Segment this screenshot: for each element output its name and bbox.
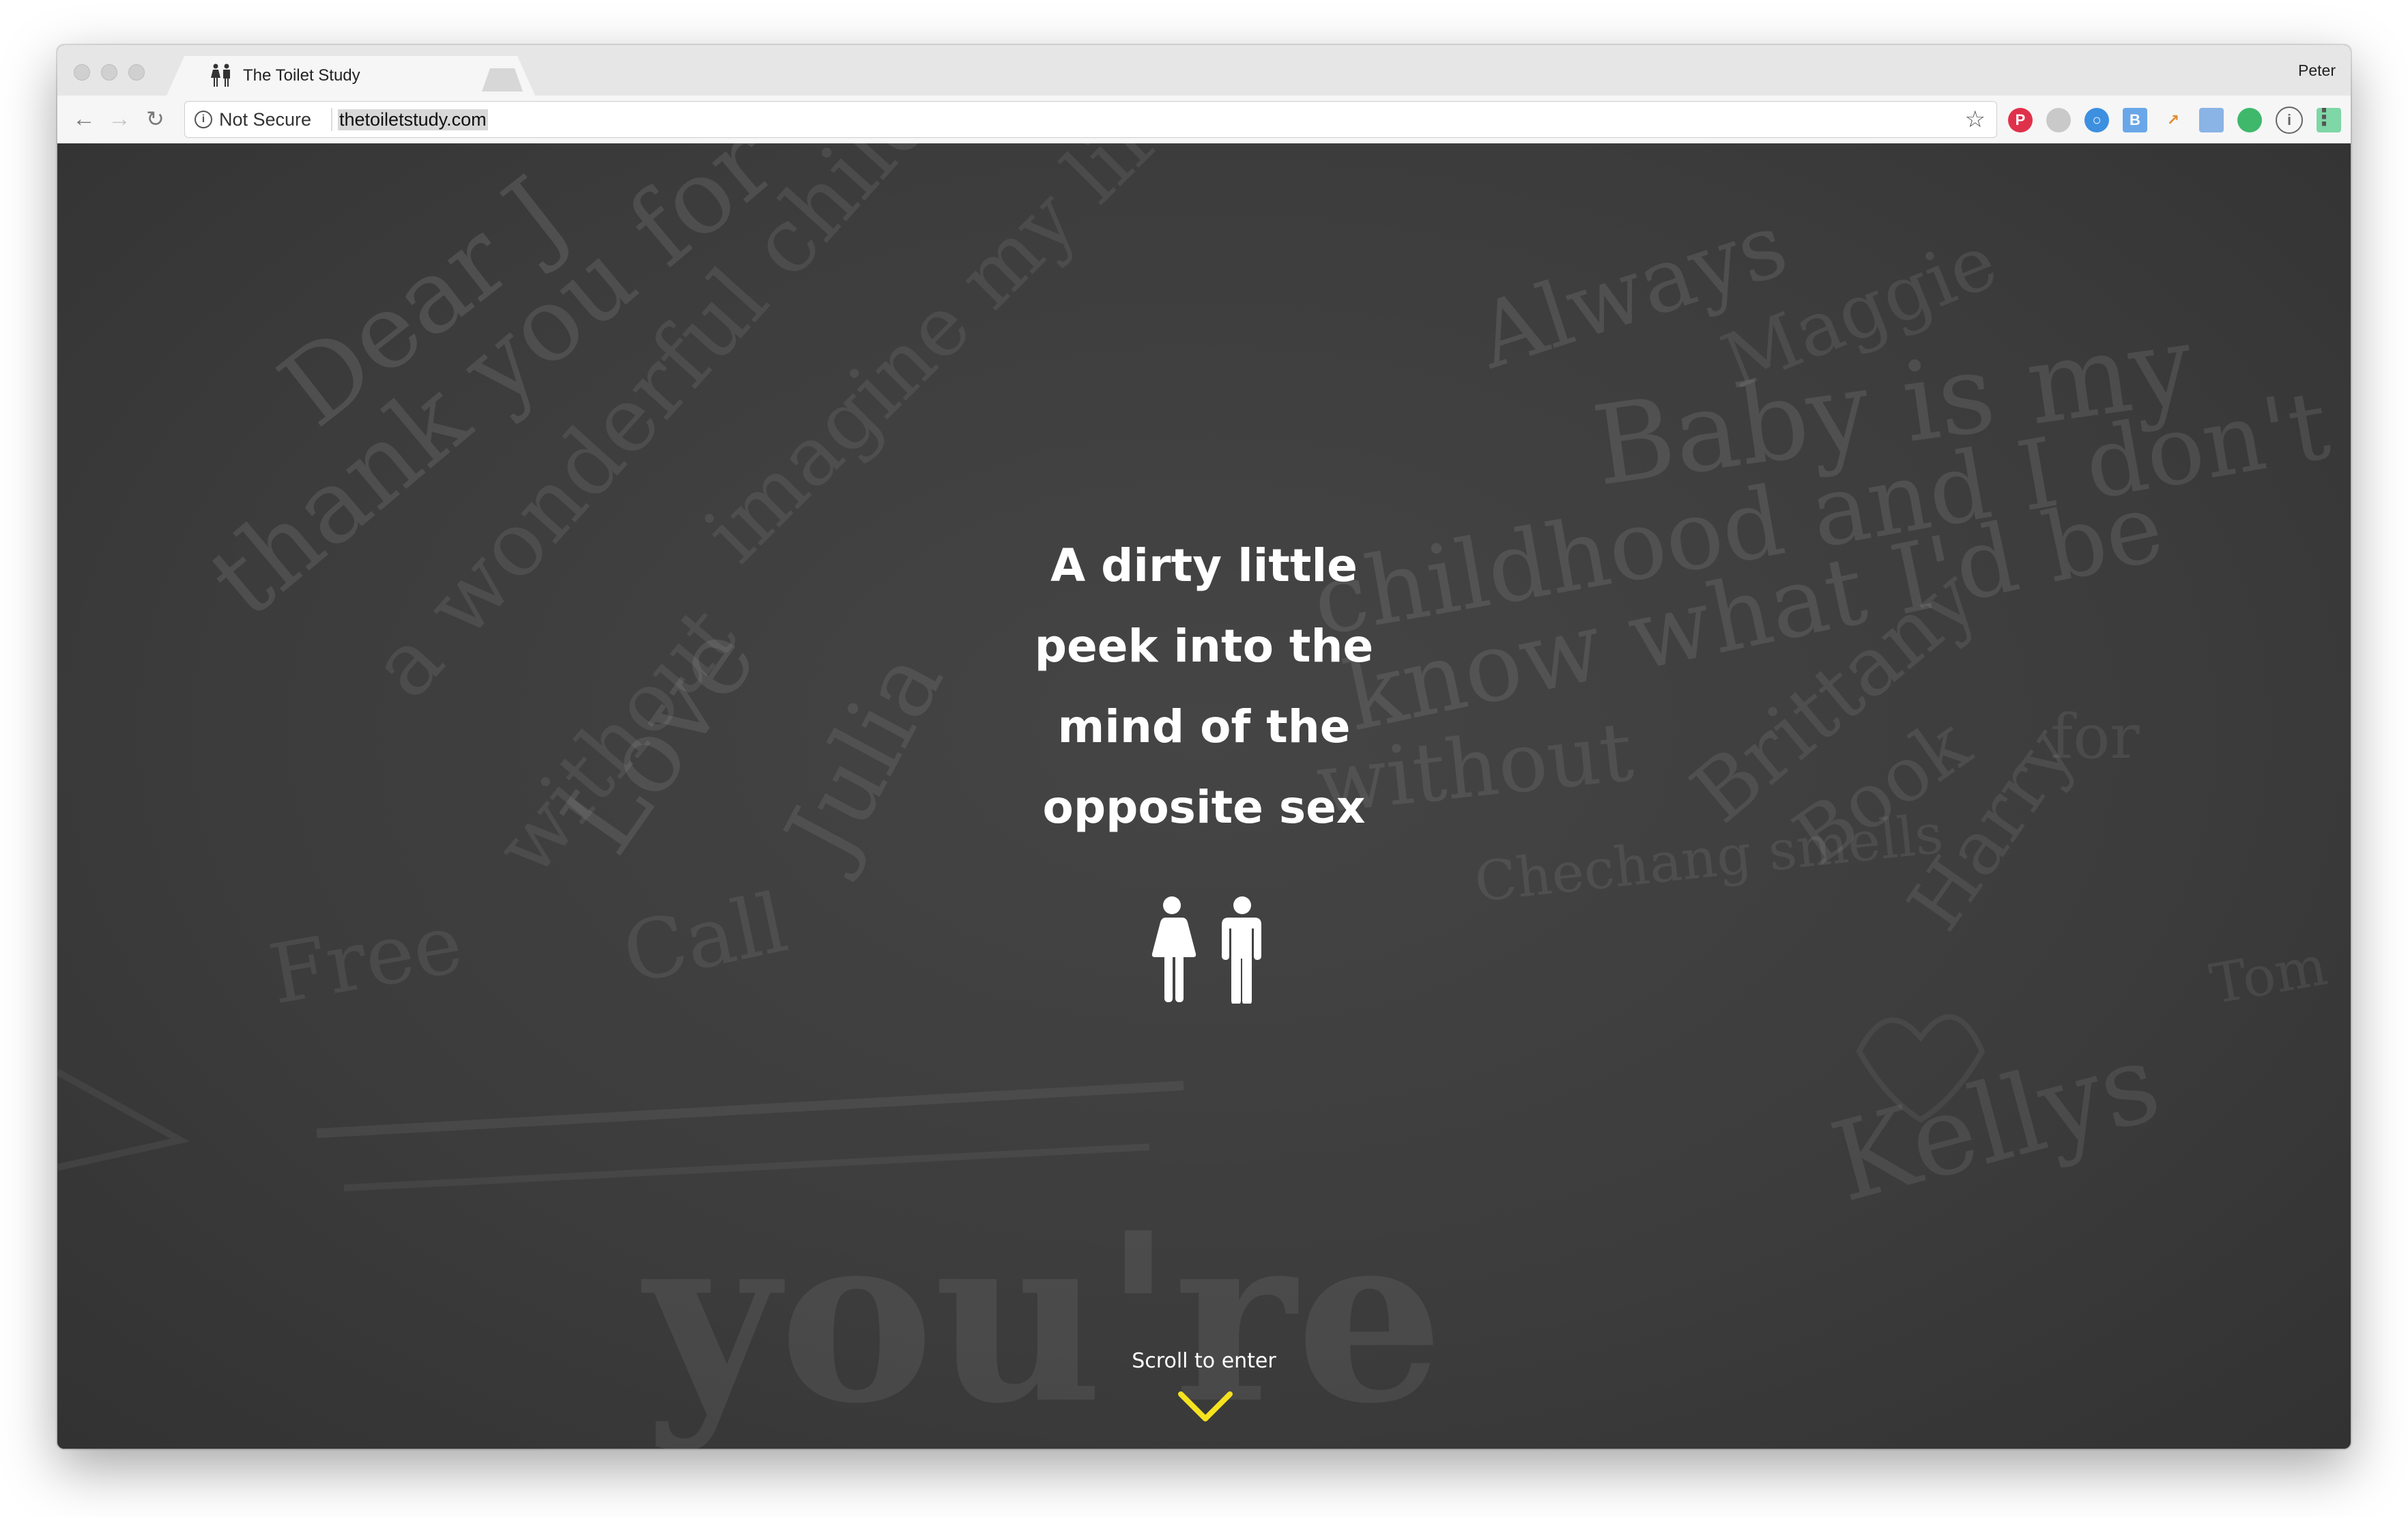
graffiti-text: Kellys bbox=[1819, 1018, 2172, 1227]
chevron-down-icon[interactable] bbox=[1177, 1390, 1234, 1424]
address-divider bbox=[331, 108, 332, 131]
tab-the-toilet-study[interactable]: The Toilet Study × bbox=[167, 56, 535, 96]
graffiti-text: Tom bbox=[2205, 933, 2332, 1016]
restroom-icon bbox=[1151, 896, 1261, 1004]
page-hero: Dear J thank you for a wonderful childho… bbox=[57, 143, 2351, 1449]
graffiti-text: Call bbox=[615, 875, 795, 1002]
green-extension-icon[interactable] bbox=[2237, 108, 2262, 132]
back-arrow-icon[interactable]: ← bbox=[72, 105, 96, 132]
blue-extension-icon[interactable]: B bbox=[2123, 108, 2147, 132]
window-controls bbox=[74, 64, 145, 81]
headline-line: peek into the bbox=[1034, 620, 1374, 672]
hero-headline: A dirty little peek into the mind of the… bbox=[57, 526, 2351, 848]
headline-line: opposite sex bbox=[1042, 781, 1366, 834]
headline-line: mind of the bbox=[1057, 700, 1351, 753]
graffiti-scribble bbox=[316, 1081, 1184, 1138]
window-extension-icon[interactable] bbox=[2199, 108, 2224, 132]
restroom-favicon-icon bbox=[207, 63, 235, 88]
reload-icon[interactable]: ↻ bbox=[146, 105, 164, 132]
circle-extension-icon[interactable]: ○ bbox=[2084, 108, 2109, 132]
bookmark-star-icon[interactable]: ☆ bbox=[1965, 106, 1986, 133]
minimize-window-button[interactable] bbox=[101, 64, 117, 81]
analytics-extension-icon[interactable]: ↗ bbox=[2161, 108, 2185, 132]
url-text[interactable]: thetoiletstudy.com bbox=[338, 109, 488, 130]
headline-line: A dirty little bbox=[1050, 539, 1358, 592]
password-extension-icon[interactable]: i bbox=[2276, 107, 2303, 134]
woman-figure-icon bbox=[1151, 896, 1196, 1002]
graffiti-text: Free bbox=[263, 896, 469, 1023]
menu-dots-icon[interactable]: ⋮ bbox=[2312, 104, 2336, 131]
browser-toolbar: ← → ↻ i Not Secure thetoiletstudy.com ☆ … bbox=[57, 96, 2351, 145]
graffiti-scribble bbox=[343, 1144, 1150, 1191]
graffiti-text: you're bbox=[641, 1182, 1444, 1449]
tab-title: The Toilet Study bbox=[243, 66, 360, 85]
profile-name[interactable]: Peter bbox=[2298, 61, 2336, 80]
browser-window: The Toilet Study × Peter ← → ↻ i Not Sec… bbox=[57, 45, 2351, 1449]
man-figure-icon bbox=[1222, 896, 1261, 1004]
address-bar[interactable]: i Not Secure thetoiletstudy.com ☆ bbox=[184, 101, 1997, 138]
scroll-to-enter-label[interactable]: Scroll to enter bbox=[57, 1349, 2351, 1373]
close-window-button[interactable] bbox=[74, 64, 90, 81]
forward-arrow-icon[interactable]: → bbox=[108, 105, 131, 132]
zoom-window-button[interactable] bbox=[128, 64, 145, 81]
extension-icons: P ○ B ↗ i bbox=[2008, 107, 2341, 134]
info-icon[interactable]: i bbox=[195, 111, 212, 128]
cloud-extension-icon[interactable] bbox=[2046, 108, 2071, 132]
tab-strip: The Toilet Study × Peter bbox=[57, 45, 2351, 96]
graffiti-scribble bbox=[57, 1068, 190, 1171]
security-label[interactable]: Not Secure bbox=[219, 109, 311, 130]
pinterest-extension-icon[interactable]: P bbox=[2008, 108, 2033, 132]
